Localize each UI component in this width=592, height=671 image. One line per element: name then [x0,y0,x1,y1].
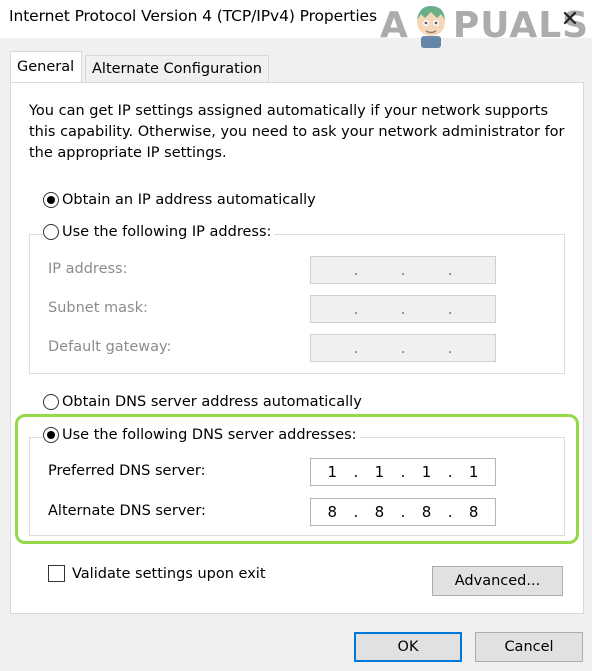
radio-obtain-dns-auto[interactable]: Obtain DNS server address automatically [43,394,365,410]
subnet-mask-label: Subnet mask: [48,300,148,316]
default-gateway-field[interactable]: . . . [310,334,496,362]
validate-settings-label: Validate settings upon exit [72,565,266,582]
subnet-mask-field[interactable]: . . . [310,295,496,323]
alternate-dns-field[interactable]: 8. 8. 8. 8 [310,498,496,526]
validate-settings-checkbox[interactable]: Validate settings upon exit [48,565,266,582]
radio-use-following-ip[interactable]: Use the following IP address: [43,224,275,240]
radio-button-checked[interactable] [43,192,59,208]
intro-text: You can get IP settings assigned automat… [29,103,565,161]
radio-button-checked[interactable] [43,427,59,443]
ip-address-field[interactable]: . . . [310,256,496,284]
radio-button[interactable] [43,394,59,410]
radio-obtain-ip-auto[interactable]: Obtain an IP address automatically [43,192,319,208]
default-gateway-label: Default gateway: [48,339,172,355]
use-following-ip-label: Use the following IP address: [62,224,272,240]
close-icon: ✕ [560,6,580,32]
radio-use-following-dns[interactable]: Use the following DNS server addresses: [43,427,360,443]
tab-general[interactable]: General [10,51,82,82]
ok-button[interactable]: OK [354,632,462,662]
checkbox[interactable] [48,565,65,582]
advanced-button[interactable]: Advanced... [432,566,563,596]
window-title: Internet Protocol Version 4 (TCP/IPv4) P… [9,7,377,25]
preferred-dns-field[interactable]: 1. 1. 1. 1 [310,458,496,486]
use-following-dns-label: Use the following DNS server addresses: [62,427,357,443]
obtain-dns-auto-label: Obtain DNS server address automatically [62,394,362,410]
alternate-dns-label: Alternate DNS server: [48,503,206,519]
preferred-dns-label: Preferred DNS server: [48,463,206,479]
mascot-icon [416,6,445,48]
tab-alternate-configuration[interactable]: Alternate Configuration [85,55,269,82]
cancel-button[interactable]: Cancel [475,632,583,662]
ip-address-label: IP address: [48,261,128,277]
title-bar: Internet Protocol Version 4 (TCP/IPv4) P… [0,0,592,48]
close-button[interactable]: ✕ [548,0,592,38]
radio-button[interactable] [43,224,59,240]
watermark-lead: A [380,4,409,46]
obtain-ip-auto-label: Obtain an IP address automatically [62,192,316,208]
